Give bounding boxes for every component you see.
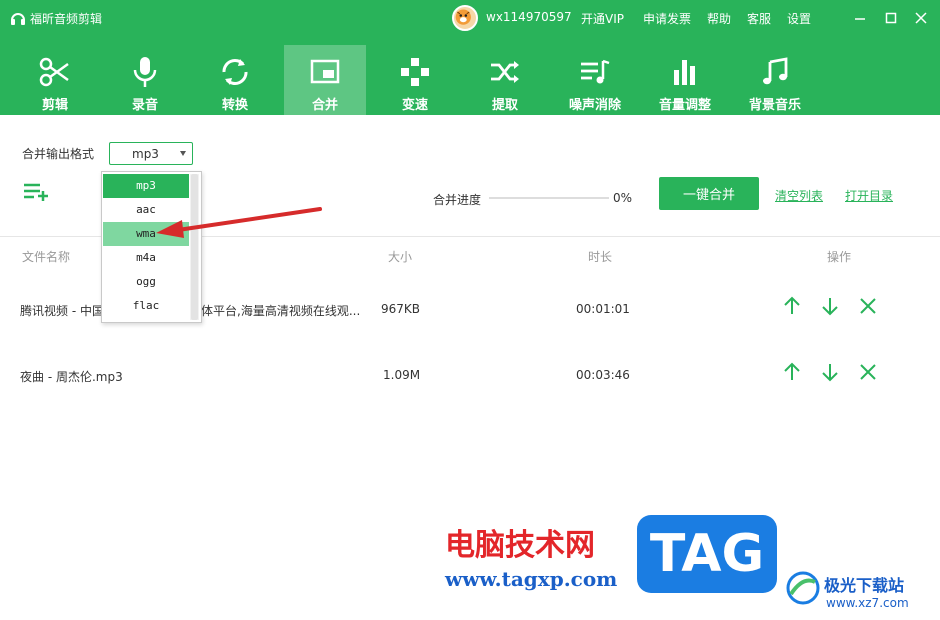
format-option-ogg[interactable]: ogg bbox=[103, 270, 189, 294]
format-select[interactable]: mp3 bbox=[109, 142, 193, 165]
remove-icon[interactable] bbox=[857, 295, 879, 317]
tool-cut[interactable]: 剪辑 bbox=[14, 45, 96, 115]
close-icon[interactable] bbox=[911, 8, 931, 28]
clear-list-link[interactable]: 清空列表 bbox=[775, 187, 823, 204]
tiger-avatar-icon bbox=[455, 9, 471, 25]
move-down-icon[interactable] bbox=[819, 361, 841, 383]
tool-label: 提取 bbox=[491, 98, 518, 113]
file-name-end: 体平台,海量高清视频在线观... bbox=[201, 304, 361, 318]
format-option-mp3[interactable]: mp3 bbox=[103, 174, 189, 198]
dropdown-scrollbar[interactable] bbox=[190, 174, 199, 320]
support-link[interactable]: 客服 bbox=[747, 10, 771, 27]
tool-label: 变速 bbox=[401, 98, 428, 113]
format-dropdown: mp3 aac wma m4a ogg flac bbox=[101, 171, 202, 323]
tool-label: 合并 bbox=[311, 98, 338, 113]
speed-icon bbox=[401, 58, 429, 86]
microphone-icon bbox=[133, 57, 157, 87]
progress-percent: 0% bbox=[613, 191, 633, 205]
tool-extract[interactable]: 提取 bbox=[464, 45, 546, 115]
avatar[interactable] bbox=[452, 5, 478, 31]
tool-label: 剪辑 bbox=[41, 98, 68, 113]
username[interactable]: wx114970597 bbox=[486, 10, 572, 24]
maximize-icon[interactable] bbox=[881, 8, 901, 28]
tool-bgm[interactable]: 背景音乐 bbox=[734, 45, 816, 115]
format-label: 合并输出格式 bbox=[22, 147, 95, 161]
merge-button[interactable]: 一键合并 bbox=[659, 177, 759, 210]
title-bar: 福昕音频剪辑 wx114970597 开通VIP 申请发票 帮助 客服 设置 bbox=[0, 0, 940, 36]
headphones-logo-icon bbox=[11, 13, 25, 25]
scrollbar-thumb[interactable] bbox=[191, 174, 198, 320]
merge-icon bbox=[310, 59, 340, 84]
top-bar: 福昕音频剪辑 wx114970597 开通VIP 申请发票 帮助 客服 设置 剪… bbox=[0, 0, 940, 115]
tool-record[interactable]: 录音 bbox=[104, 45, 186, 115]
annotation-arrow-icon bbox=[156, 207, 322, 238]
tool-convert[interactable]: 转换 bbox=[194, 45, 276, 115]
tool-speed[interactable]: 变速 bbox=[374, 45, 456, 115]
chevron-down-icon bbox=[180, 151, 186, 156]
file-name: 夜曲 - 周杰伦.mp3 bbox=[20, 370, 123, 384]
site-name: 极光下载站 bbox=[824, 576, 905, 595]
app-title: 福昕音频剪辑 bbox=[30, 12, 103, 26]
music-note-icon bbox=[763, 57, 788, 85]
format-option-flac[interactable]: flac bbox=[103, 294, 189, 318]
invoice-link[interactable]: 申请发票 bbox=[643, 10, 691, 27]
move-up-icon[interactable] bbox=[781, 361, 803, 383]
format-selected-value: mp3 bbox=[132, 147, 159, 161]
file-size: 1.09M bbox=[383, 368, 421, 382]
column-header-duration: 时长 bbox=[588, 250, 613, 264]
file-name-start: 腾讯视频 - 中国 bbox=[20, 304, 104, 318]
file-duration: 00:01:01 bbox=[576, 302, 630, 316]
move-down-icon[interactable] bbox=[819, 295, 841, 317]
open-directory-link[interactable]: 打开目录 bbox=[845, 187, 893, 204]
tool-label: 音量调整 bbox=[658, 98, 711, 113]
move-up-icon[interactable] bbox=[781, 295, 803, 317]
site-url: www.xz7.com bbox=[826, 596, 909, 610]
column-header-size: 大小 bbox=[388, 250, 413, 264]
file-size: 967KB bbox=[381, 302, 421, 316]
convert-icon bbox=[222, 59, 248, 85]
progress-bar bbox=[489, 197, 609, 199]
tool-label: 背景音乐 bbox=[748, 98, 801, 113]
extract-icon bbox=[491, 61, 519, 83]
column-header-name: 文件名称 bbox=[22, 250, 71, 264]
watermark-url: www.tagxp.com bbox=[445, 567, 618, 591]
tool-denoise[interactable]: 噪声消除 bbox=[554, 45, 636, 115]
settings-link[interactable]: 设置 bbox=[787, 10, 811, 27]
tool-volume[interactable]: 音量调整 bbox=[644, 45, 726, 115]
progress-label: 合并进度 bbox=[433, 193, 482, 207]
open-vip-link[interactable]: 开通VIP bbox=[581, 10, 624, 27]
file-duration: 00:03:46 bbox=[576, 368, 630, 382]
tool-label: 录音 bbox=[131, 98, 158, 113]
add-file-list-icon[interactable] bbox=[22, 180, 52, 204]
remove-icon[interactable] bbox=[857, 361, 879, 383]
scissors-icon bbox=[39, 57, 69, 87]
format-option-m4a[interactable]: m4a bbox=[103, 246, 189, 270]
volume-icon bbox=[674, 60, 695, 85]
tag-badge: TAG bbox=[637, 515, 777, 593]
help-link[interactable]: 帮助 bbox=[707, 10, 731, 27]
tool-merge[interactable]: 合并 bbox=[284, 45, 366, 115]
tool-label: 转换 bbox=[221, 98, 248, 113]
feature-toolbar: 剪辑 录音 转换 合并 变速 提取 噪声消除 音量调整 背景音乐 bbox=[0, 45, 940, 115]
column-header-actions: 操作 bbox=[827, 250, 852, 264]
denoise-icon bbox=[581, 59, 610, 84]
tool-label: 噪声消除 bbox=[568, 98, 621, 113]
minimize-icon[interactable] bbox=[850, 8, 870, 28]
aurora-logo-icon bbox=[786, 571, 820, 605]
watermark-cn: 电脑技术网 bbox=[445, 528, 595, 563]
